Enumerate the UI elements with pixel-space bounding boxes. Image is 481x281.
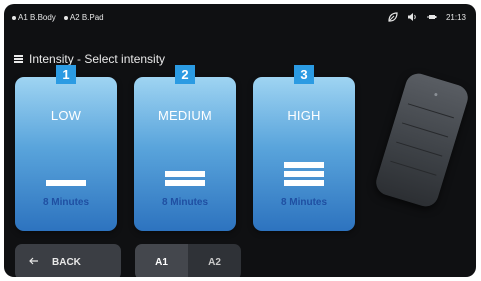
- intensity-card-medium[interactable]: 2 MEDIUM 8 Minutes: [134, 65, 236, 231]
- page-header: Intensity - Select intensity: [14, 52, 165, 66]
- toggle-option-a1[interactable]: A1: [135, 244, 188, 277]
- card-number-badge: 1: [56, 65, 76, 84]
- back-label: BACK: [52, 256, 81, 268]
- device-toggle[interactable]: A1 A2: [135, 244, 241, 277]
- leaf-icon: [388, 12, 398, 22]
- device-indicator-a2: A2 B.Pad: [63, 13, 104, 22]
- card-duration: 8 Minutes: [280, 197, 328, 208]
- device-indicators: A1 B.Body A2 B.Pad: [12, 13, 104, 22]
- back-button[interactable]: BACK: [15, 244, 121, 277]
- device-screen: A1 B.Body A2 B.Pad 21:13 Intensity - Sel…: [4, 4, 476, 277]
- page-title: Intensity - Select intensity: [29, 52, 166, 66]
- intensity-card-low[interactable]: 1 LOW 8 Minutes: [15, 65, 117, 231]
- card-number-badge: 3: [294, 65, 314, 84]
- volume-icon: [407, 12, 418, 22]
- status-bar: A1 B.Body A2 B.Pad 21:13: [4, 4, 476, 30]
- card-number-badge: 2: [175, 65, 195, 84]
- card-duration: 8 Minutes: [161, 197, 209, 208]
- arrow-left-icon: [29, 257, 38, 268]
- intensity-level-icon: [284, 156, 324, 186]
- card-duration: 8 Minutes: [42, 197, 90, 208]
- status-dot-icon: [12, 15, 16, 20]
- intensity-level-icon: [165, 156, 205, 186]
- toggle-option-a2[interactable]: A2: [188, 244, 241, 277]
- intensity-card-high[interactable]: 3 HIGH 8 Minutes: [253, 65, 355, 231]
- card-title: LOW: [50, 108, 82, 123]
- remote-led: [434, 92, 438, 97]
- menu-icon[interactable]: [14, 55, 23, 63]
- intensity-level-icon: [46, 156, 86, 186]
- card-title: HIGH: [287, 108, 321, 123]
- system-tray: 21:13: [388, 12, 466, 22]
- device-remote-image: [372, 70, 472, 210]
- device-indicator-a1: A1 B.Body: [12, 13, 56, 22]
- status-dot-icon: [63, 15, 68, 20]
- card-title: MEDIUM: [158, 108, 212, 123]
- clock: 21:13: [445, 12, 466, 22]
- battery-icon: [426, 12, 437, 22]
